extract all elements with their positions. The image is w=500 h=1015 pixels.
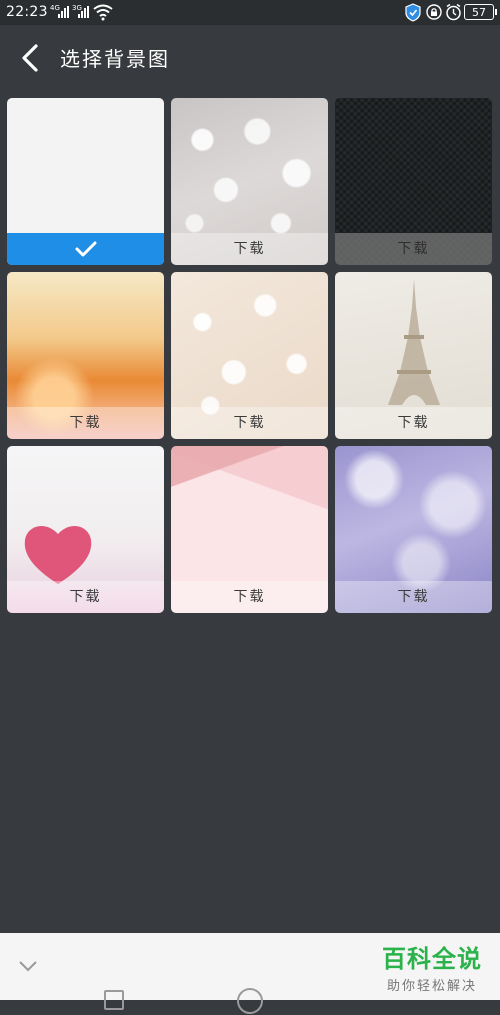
download-button[interactable]: 下载: [7, 581, 164, 613]
nav-back-icon[interactable]: [17, 959, 39, 973]
wallpaper-tile-pink-heart[interactable]: 下载: [7, 446, 164, 613]
eiffel-tower-icon: [388, 279, 440, 405]
back-arrow-icon[interactable]: [14, 41, 48, 75]
battery-icon: 57: [464, 4, 497, 20]
selected-indicator: [7, 233, 164, 265]
signal-bars-2-icon: [78, 6, 90, 18]
wallpaper-tile-cream-flowers[interactable]: 下载: [171, 272, 328, 439]
download-button[interactable]: 下载: [335, 581, 492, 613]
wallpaper-tile-pink-paper[interactable]: 下载: [171, 446, 328, 613]
wallpaper-tile-purple-raindrops[interactable]: 下载: [335, 446, 492, 613]
status-time: 22:23: [6, 4, 48, 20]
download-button[interactable]: 下载: [171, 233, 328, 265]
nav-recent-icon[interactable]: [103, 989, 125, 1011]
wallpaper-tile-golden-sparkle[interactable]: 下载: [7, 272, 164, 439]
wallpaper-tile-silver-bokeh[interactable]: 下载: [171, 98, 328, 265]
heart-icon: [24, 526, 92, 584]
download-button[interactable]: 下载: [171, 581, 328, 613]
wallpaper-tile-eiffel-tower[interactable]: 下载: [335, 272, 492, 439]
wifi-icon: [93, 4, 113, 21]
wallpaper-tile-dark-carbon[interactable]: 下载: [335, 98, 492, 265]
watermark-subtitle: 助你轻松解决: [386, 979, 477, 994]
header: 选择背景图: [0, 25, 500, 90]
download-button[interactable]: 下载: [335, 407, 492, 439]
status-bar: 22:23 4G 3G 57: [0, 0, 500, 25]
watermark-title: 百科全说: [382, 945, 482, 973]
watermark-logo: 百科全说 助你轻松解决: [382, 939, 482, 994]
alarm-icon: [446, 3, 461, 21]
page-title: 选择背景图: [60, 47, 170, 71]
checkmark-icon: [75, 241, 96, 257]
wallpaper-tile-plain-white[interactable]: [7, 98, 164, 265]
download-button[interactable]: 下载: [171, 407, 328, 439]
shield-icon: [405, 3, 421, 22]
nav-home-icon[interactable]: [236, 987, 264, 1015]
system-nav-bar: 百科全说 助你轻松解决: [0, 933, 500, 1014]
signal-bars-1-icon: [58, 6, 70, 18]
download-button[interactable]: 下载: [7, 407, 164, 439]
download-button[interactable]: 下载: [335, 233, 492, 265]
lock-icon: [426, 4, 442, 20]
